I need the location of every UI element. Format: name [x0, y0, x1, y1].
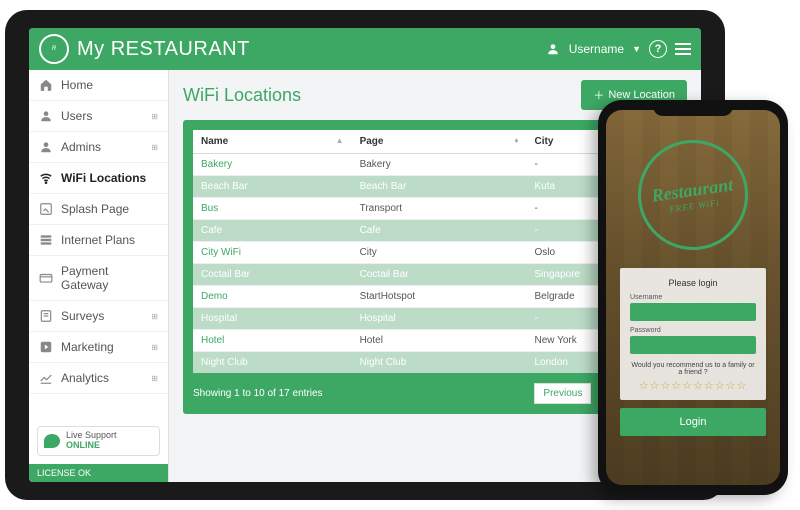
- stack-icon: [39, 233, 53, 247]
- pager-prev[interactable]: Previous: [534, 383, 591, 404]
- chevron-down-icon[interactable]: ▼: [632, 44, 641, 54]
- sidebar-item-splash-page[interactable]: Splash Page: [29, 194, 168, 225]
- password-input[interactable]: [630, 336, 756, 354]
- expand-icon: ⊞: [151, 112, 158, 121]
- restaurant-logo-icon: Restaurant FREE WiFi: [631, 133, 755, 257]
- sidebar-item-label: Marketing: [61, 340, 114, 354]
- expand-icon: ⊞: [151, 143, 158, 152]
- cell-name: Beach Bar: [193, 176, 352, 198]
- col-page-label: Page: [360, 136, 384, 147]
- sidebar-item-label: Home: [61, 78, 93, 92]
- col-name-label: Name: [201, 136, 228, 147]
- cell-name: City WiFi: [193, 242, 352, 264]
- password-label: Password: [630, 327, 756, 334]
- cell-page: Hospital: [352, 308, 527, 330]
- brand-rest: RESTAURANT: [111, 38, 250, 60]
- sidebar-item-label: Payment Gateway: [61, 264, 158, 292]
- cell-page: City: [352, 242, 527, 264]
- cell-name: Bus: [193, 198, 352, 220]
- sidebar-item-admins[interactable]: Admins ⊞: [29, 132, 168, 163]
- wifi-icon: [39, 171, 53, 185]
- card-icon: [39, 271, 53, 285]
- play-icon: [39, 340, 53, 354]
- sidebar-item-surveys[interactable]: Surveys ⊞: [29, 301, 168, 332]
- cell-page: Coctail Bar: [352, 264, 527, 286]
- home-icon: [39, 78, 53, 92]
- cell-page: Night Club: [352, 352, 527, 374]
- cell-name: Bakery: [193, 154, 352, 176]
- hamburger-icon[interactable]: [675, 43, 691, 55]
- plus-icon: ＋: [593, 87, 604, 103]
- sidebar-item-internet-plans[interactable]: Internet Plans: [29, 225, 168, 256]
- sidebar-item-analytics[interactable]: Analytics ⊞: [29, 363, 168, 394]
- expand-icon: ⊞: [151, 374, 158, 383]
- cell-page: Transport: [352, 198, 527, 220]
- admins-icon: [39, 140, 53, 154]
- chat-bubble-icon: [44, 434, 60, 448]
- cell-page: StartHotspot: [352, 286, 527, 308]
- sidebar-item-users[interactable]: Users ⊞: [29, 101, 168, 132]
- login-button[interactable]: Login: [620, 408, 766, 436]
- sidebar: Home Users ⊞ Admins ⊞ WiFi Locations: [29, 70, 169, 482]
- cell-name: Night Club: [193, 352, 352, 374]
- page-title: WiFi Locations: [183, 85, 301, 106]
- recommend-label: Would you recommend us to a family or a …: [630, 362, 756, 376]
- phone-frame: Restaurant FREE WiFi Please login Userna…: [598, 100, 788, 495]
- sidebar-item-label: Analytics: [61, 371, 109, 385]
- phone-content: Restaurant FREE WiFi Please login Userna…: [606, 110, 780, 485]
- topbar: R My RESTAURANT Username ▼ ?: [29, 28, 701, 70]
- sidebar-item-label: Admins: [61, 140, 101, 154]
- expand-icon: ⊞: [151, 343, 158, 352]
- username-input[interactable]: [630, 303, 756, 321]
- edit-icon: [39, 202, 53, 216]
- sidebar-item-marketing[interactable]: Marketing ⊞: [29, 332, 168, 363]
- brand-title: My RESTAURANT: [77, 38, 250, 61]
- brand-logo-icon: R: [39, 34, 69, 64]
- cell-page: Bakery: [352, 154, 527, 176]
- users-icon: [39, 109, 53, 123]
- expand-icon: ⊞: [151, 312, 158, 321]
- user-icon: [545, 41, 561, 57]
- phone-notch: [653, 100, 733, 116]
- cell-page: Hotel: [352, 330, 527, 352]
- sidebar-item-label: Splash Page: [61, 202, 129, 216]
- sidebar-item-label: WiFi Locations: [61, 171, 146, 185]
- username-label: Username: [630, 294, 756, 301]
- cell-name: Hospital: [193, 308, 352, 330]
- sidebar-item-label: Internet Plans: [61, 233, 135, 247]
- live-support-status: ONLINE: [66, 441, 117, 451]
- phone-screen: Restaurant FREE WiFi Please login Userna…: [606, 110, 780, 485]
- please-login-label: Please login: [630, 278, 756, 288]
- username-label[interactable]: Username: [569, 42, 624, 56]
- col-name[interactable]: Name ▲: [193, 130, 352, 154]
- brand-my: My: [77, 38, 105, 60]
- license-status: LICENSE OK: [29, 464, 168, 482]
- topbar-right: Username ▼ ?: [545, 40, 691, 58]
- chart-icon: [39, 371, 53, 385]
- sidebar-item-payment-gateway[interactable]: Payment Gateway: [29, 256, 168, 301]
- sort-icon: ♦: [514, 136, 518, 145]
- login-card: Please login Username Password Would you…: [620, 268, 766, 400]
- col-city-label: City: [535, 136, 554, 147]
- col-page[interactable]: Page ♦: [352, 130, 527, 154]
- sidebar-item-label: Surveys: [61, 309, 104, 323]
- star-rating[interactable]: ☆☆☆☆☆☆☆☆☆☆: [630, 379, 756, 392]
- cell-name: Cafe: [193, 220, 352, 242]
- sidebar-item-label: Users: [61, 109, 92, 123]
- help-icon[interactable]: ?: [649, 40, 667, 58]
- survey-icon: [39, 309, 53, 323]
- showing-text: Showing 1 to 10 of 17 entries: [193, 388, 323, 399]
- cell-name: Hotel: [193, 330, 352, 352]
- live-support-badge[interactable]: Live Support ONLINE: [37, 426, 160, 456]
- sort-asc-icon: ▲: [336, 136, 344, 145]
- sidebar-item-wifi-locations[interactable]: WiFi Locations: [29, 163, 168, 194]
- cell-name: Coctail Bar: [193, 264, 352, 286]
- cell-name: Demo: [193, 286, 352, 308]
- cell-page: Beach Bar: [352, 176, 527, 198]
- cell-page: Cafe: [352, 220, 527, 242]
- sidebar-item-home[interactable]: Home: [29, 70, 168, 101]
